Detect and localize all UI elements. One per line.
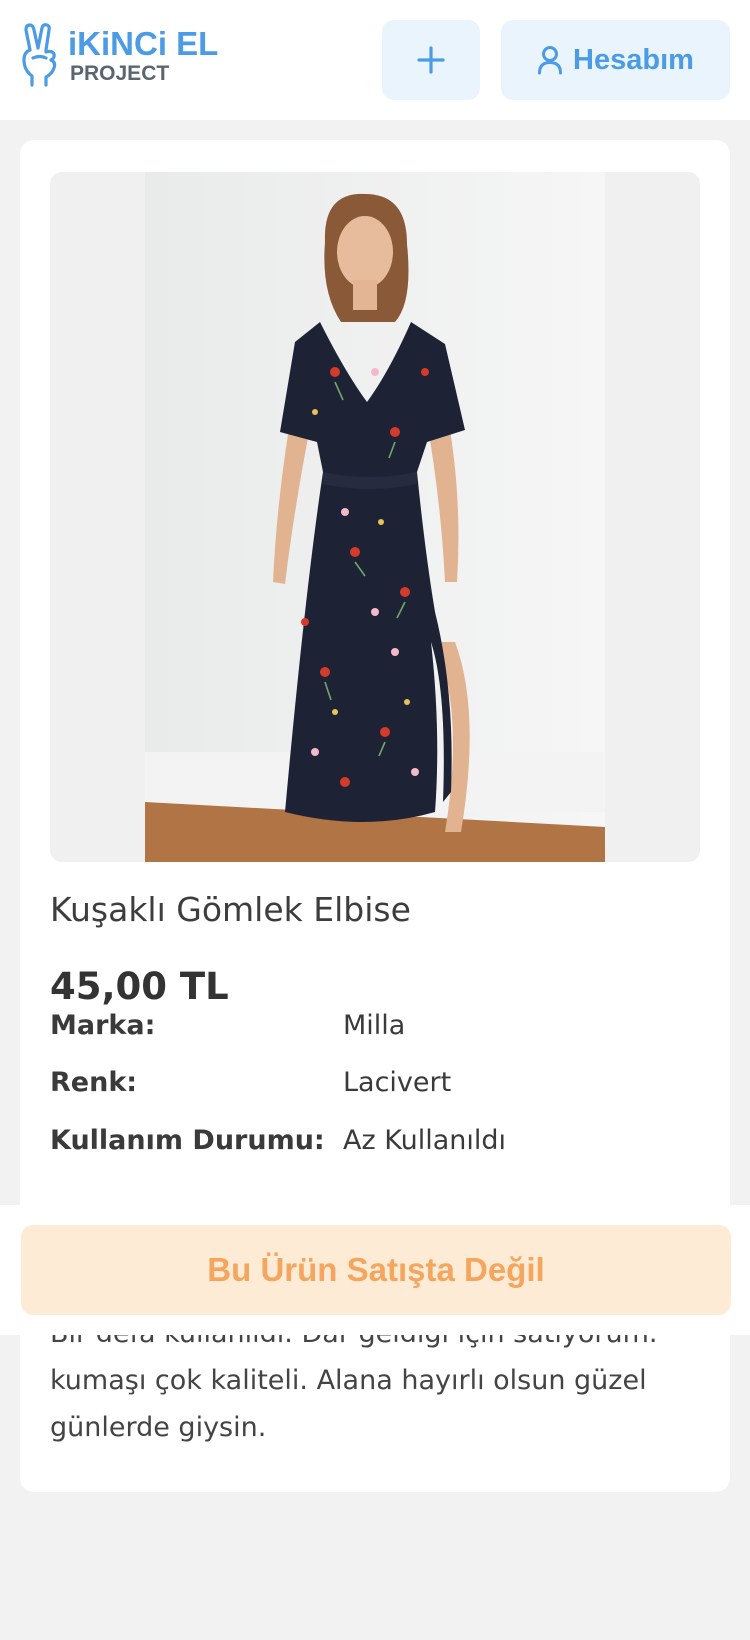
dress-model-illustration: [145, 172, 605, 862]
logo-title: iKiNCi EL: [68, 25, 219, 62]
description-line: kumaşı çok kaliteli. Alana hayırlı olsun…: [50, 1365, 647, 1396]
logo-subtitle: PROJECT: [70, 62, 170, 85]
logo[interactable]: iKiNCi EL PROJECT: [20, 22, 220, 90]
not-for-sale-banner[interactable]: Bu Ürün Satışta Değil: [21, 1225, 731, 1315]
bottom-action-bar: Bu Ürün Satışta Değil: [0, 1205, 750, 1335]
spec-label-color: Renk:: [50, 1067, 138, 1098]
product-image[interactable]: [50, 172, 700, 862]
spec-value-brand: Milla: [343, 1010, 406, 1041]
product-title: Kuşaklı Gömlek Elbise: [50, 890, 411, 929]
top-header: iKiNCi EL PROJECT Hesabım: [0, 0, 750, 120]
product-price: 45,00 TL: [50, 965, 229, 1008]
add-listing-button[interactable]: [382, 20, 480, 100]
product-photo: [145, 172, 605, 862]
plus-icon: [417, 46, 445, 74]
spec-value-color: Lacivert: [343, 1067, 452, 1098]
account-button[interactable]: Hesabım: [501, 20, 730, 100]
spec-value-condition: Az Kullanıldı: [343, 1125, 507, 1156]
account-label: Hesabım: [573, 43, 694, 76]
description-line: günlerde giysin.: [50, 1412, 267, 1443]
peace-hand-logo-icon: [22, 23, 57, 87]
spec-label-condition: Kullanım Durumu:: [50, 1125, 325, 1156]
spec-label-brand: Marka:: [50, 1010, 156, 1041]
user-icon: [538, 46, 563, 75]
